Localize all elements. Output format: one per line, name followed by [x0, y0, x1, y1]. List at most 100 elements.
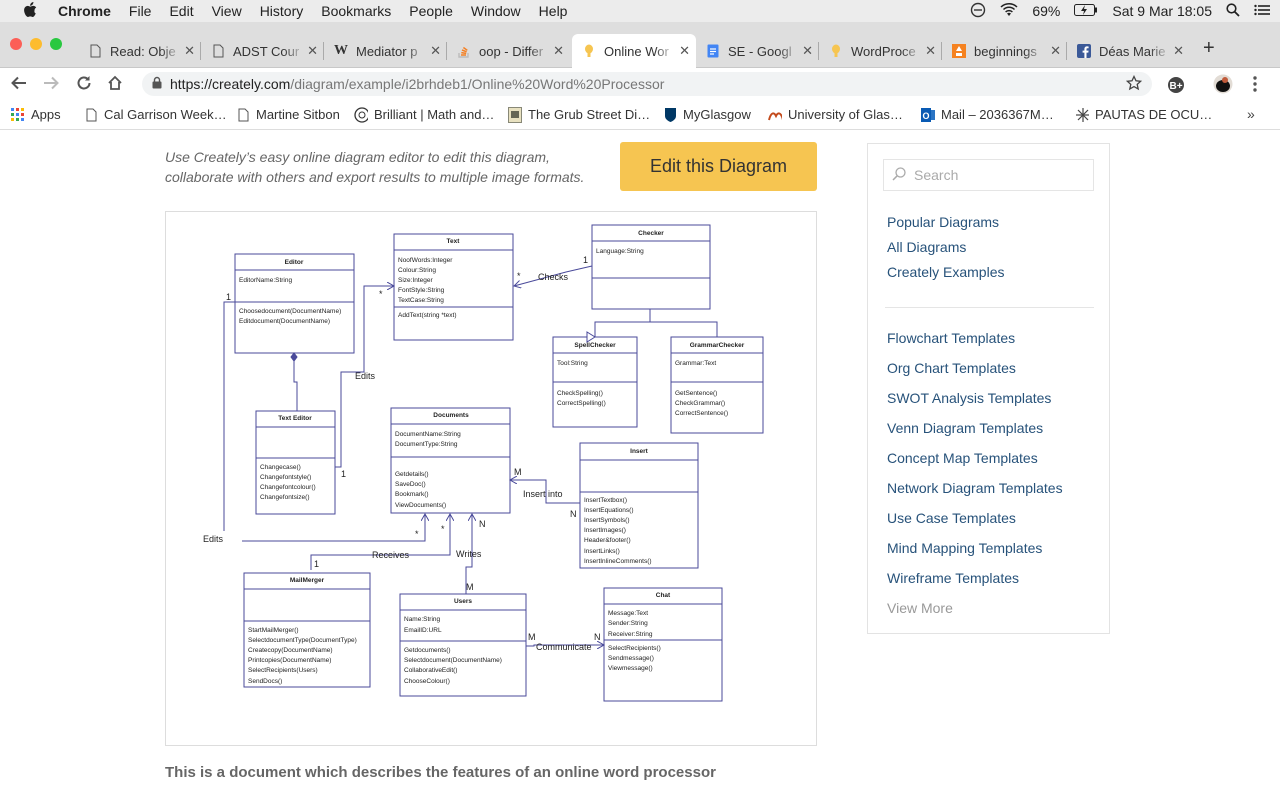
menu-help[interactable]: Help — [539, 3, 568, 19]
attr: Size:Integer — [398, 277, 434, 284]
link-view-more[interactable]: View More — [887, 600, 953, 616]
bookmark-martine-sitbon[interactable]: Martine Sitbon — [236, 107, 340, 122]
bookmark-cal-garrison[interactable]: Cal Garrison Week… — [84, 107, 227, 122]
tab-mediator[interactable]: W Mediator p ✕ — [324, 34, 447, 68]
apple-icon[interactable] — [20, 1, 40, 21]
link-venn-templates[interactable]: Venn Diagram Templates — [887, 420, 1043, 436]
sidebar-search-input[interactable]: Search — [883, 159, 1094, 191]
menu-window[interactable]: Window — [471, 3, 521, 19]
tab-close-icon[interactable]: ✕ — [679, 43, 690, 59]
search-placeholder: Search — [914, 167, 959, 183]
menu-history[interactable]: History — [260, 3, 304, 19]
intro-text: Use Creately’s easy online diagram edito… — [165, 149, 585, 185]
tab-close-icon[interactable]: ✕ — [553, 43, 564, 59]
bookmark-label: PAUTAS DE OCU… — [1095, 107, 1213, 122]
bookmark-star-icon[interactable] — [1125, 74, 1143, 94]
op: Sendmessage() — [608, 655, 654, 662]
tab-close-icon[interactable]: ✕ — [1173, 43, 1184, 59]
battery-icon[interactable] — [1074, 3, 1098, 19]
bookmark-mail[interactable]: O Mail – 2036367M… — [921, 107, 1054, 122]
tab-se-google-docs[interactable]: SE - Googl ✕ — [696, 34, 819, 68]
clock[interactable]: Sat 9 Mar 18:05 — [1112, 3, 1212, 19]
menu-app-name[interactable]: Chrome — [58, 3, 111, 19]
svg-text:O: O — [922, 111, 929, 121]
tab-close-icon[interactable]: ✕ — [802, 43, 813, 59]
link-org-chart-templates[interactable]: Org Chart Templates — [887, 360, 1016, 376]
mult-one: 1 — [583, 255, 588, 265]
new-tab-button[interactable]: + — [1203, 37, 1215, 60]
tab-online-word-processor[interactable]: Online Wor ✕ — [572, 34, 696, 68]
link-concept-map-templates[interactable]: Concept Map Templates — [887, 450, 1038, 466]
attr: FontStyle:String — [398, 287, 445, 294]
link-wireframe-templates[interactable]: Wireframe Templates — [887, 570, 1019, 586]
window-close-button[interactable] — [10, 38, 22, 50]
bookmark-university-glasgow[interactable]: University of Glas… — [768, 107, 903, 122]
home-icon[interactable] — [106, 74, 124, 97]
class-texteditor-title: Text Editor — [278, 415, 312, 422]
op: StartMailMerger() — [248, 627, 299, 634]
bookmarks-overflow-icon[interactable]: » — [1247, 106, 1255, 122]
menu-bookmarks[interactable]: Bookmarks — [321, 3, 391, 19]
window-minimize-button[interactable] — [30, 38, 42, 50]
tab-close-icon[interactable]: ✕ — [184, 43, 195, 59]
mult-n: N — [594, 632, 601, 642]
bookmark-brilliant[interactable]: Brilliant | Math and… — [354, 106, 494, 123]
lock-icon[interactable] — [152, 76, 162, 92]
tab-wordprocessor[interactable]: WordProce ✕ — [819, 34, 942, 68]
forward-icon[interactable] — [42, 74, 60, 97]
url-path: /diagram/example/i2brhdeb1/Online%20Word… — [290, 76, 665, 92]
bookmark-label: Cal Garrison Week… — [104, 107, 227, 122]
bookmark-pautas[interactable]: PAUTAS DE OCU… — [1075, 107, 1212, 122]
class-checker-title: Checker — [638, 230, 664, 237]
address-bar[interactable]: https://creately.com/diagram/example/i2b… — [142, 72, 1152, 96]
tab-close-icon[interactable]: ✕ — [430, 43, 441, 59]
tab-adst-course[interactable]: ADST Cour ✕ — [201, 34, 324, 68]
link-mind-mapping-templates[interactable]: Mind Mapping Templates — [887, 540, 1042, 556]
link-creately-examples[interactable]: Creately Examples — [887, 264, 1005, 280]
notification-center-icon[interactable] — [1254, 3, 1270, 19]
back-icon[interactable] — [10, 74, 28, 97]
extension-b-plus-icon[interactable]: B+ — [1167, 76, 1185, 99]
op: CorrectSentence() — [675, 410, 728, 417]
grub-street-icon — [508, 106, 522, 123]
link-flowchart-templates[interactable]: Flowchart Templates — [887, 330, 1015, 346]
menu-people[interactable]: People — [409, 3, 453, 19]
wifi-icon[interactable] — [1000, 2, 1018, 20]
op: CorrectSpelling() — [557, 400, 606, 407]
menu-edit[interactable]: Edit — [169, 3, 193, 19]
bookmark-grub-street[interactable]: The Grub Street Di… — [508, 106, 650, 123]
op: CollaborativeEdit() — [404, 667, 457, 674]
op: InsertTextbox() — [584, 497, 627, 504]
tab-title: Read: Obje — [110, 43, 176, 59]
tab-title: ADST Cour — [233, 43, 300, 59]
link-network-diagram-templates[interactable]: Network Diagram Templates — [887, 480, 1063, 496]
op: ChooseColour() — [404, 678, 450, 685]
menu-view[interactable]: View — [212, 3, 242, 19]
window-zoom-button[interactable] — [50, 38, 62, 50]
bookmark-myglasgow[interactable]: MyGlasgow — [663, 107, 751, 122]
mult-one: 1 — [226, 292, 231, 302]
tab-close-icon[interactable]: ✕ — [1050, 43, 1061, 59]
link-use-case-templates[interactable]: Use Case Templates — [887, 510, 1016, 526]
reload-icon[interactable] — [75, 74, 93, 97]
tab-oop-difference[interactable]: oop - Differ ✕ — [447, 34, 570, 68]
privacy-icon[interactable] — [970, 2, 986, 21]
link-swot-templates[interactable]: SWOT Analysis Templates — [887, 390, 1051, 406]
link-popular-diagrams[interactable]: Popular Diagrams — [887, 214, 999, 230]
edit-diagram-button[interactable]: Edit this Diagram — [620, 142, 817, 191]
tab-close-icon[interactable]: ✕ — [307, 43, 318, 59]
chrome-menu-icon[interactable] — [1252, 75, 1258, 98]
label-insert-into: Insert into — [523, 489, 563, 499]
menu-file[interactable]: File — [129, 3, 152, 19]
tab-close-icon[interactable]: ✕ — [925, 43, 936, 59]
wikipedia-icon: W — [334, 43, 348, 58]
bookmark-apps[interactable]: Apps — [11, 107, 61, 122]
link-all-diagrams[interactable]: All Diagrams — [887, 239, 966, 255]
spotlight-icon[interactable] — [1226, 2, 1240, 20]
diagram-preview[interactable]: Editor EditorName:String Choosedocument(… — [165, 211, 817, 746]
mult-star: * — [379, 289, 383, 299]
tab-read-objects[interactable]: Read: Obje ✕ — [78, 34, 201, 68]
tab-facebook[interactable]: Déas Marie ✕ — [1067, 34, 1190, 68]
tab-beginnings[interactable]: beginnings ✕ — [942, 34, 1067, 68]
profile-avatar[interactable] — [1213, 74, 1233, 99]
